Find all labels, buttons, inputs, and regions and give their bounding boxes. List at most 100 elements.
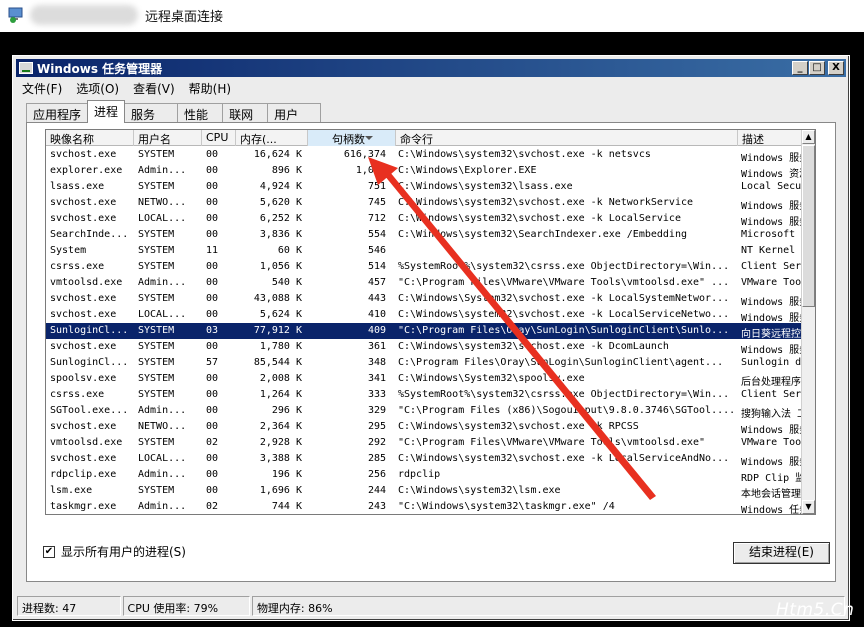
cell-mem: 5,620 K [259, 197, 302, 208]
cell-user: LOCAL... [138, 309, 187, 320]
vertical-scrollbar[interactable]: ▲ ▼ [801, 130, 815, 514]
column-user-name[interactable]: 用户名 [134, 130, 202, 146]
process-row[interactable]: SGTool.exe... Admin... 00 296 K 329 "C:\Progr… [46, 403, 807, 420]
cell-user: SYSTEM [138, 149, 175, 160]
cell-name: spoolsv.exe [50, 373, 117, 384]
remote-desktop-title: 远程桌面连接 [145, 10, 224, 25]
cell-name: svchost.exe [50, 213, 117, 224]
column-image-name[interactable]: 映像名称 [46, 130, 134, 146]
cell-cmd: C:\Windows\system32\SearchIndexer.exe /E… [398, 229, 687, 240]
cell-user: LOCAL... [138, 453, 187, 464]
menu-file[interactable]: 文件(F) [22, 80, 62, 97]
column-command-line[interactable]: 命令行 [396, 130, 738, 146]
tab-networking[interactable]: 联网 [222, 103, 269, 123]
cell-hdl: 256 [367, 469, 386, 480]
process-row[interactable]: SunloginCl... SYSTEM 57 85,544 K 348 C:\Progr… [46, 355, 811, 371]
cell-hdl: 329 [367, 405, 386, 416]
process-row[interactable]: vmtoolsd.exe SYSTEM 02 2,928 K 292 "C:\Progra… [46, 435, 811, 451]
tab-services[interactable]: 服务 [124, 103, 179, 123]
cell-hdl: 1,098 [355, 165, 386, 176]
process-row[interactable]: svchost.exe NETWO... 00 5,620 K 745 C:\Window… [46, 195, 809, 212]
process-row[interactable]: svchost.exe NETWO... 00 2,364 K 295 C:\Window… [46, 419, 809, 436]
column-handles[interactable]: 句柄数 [308, 130, 396, 146]
menu-view[interactable]: 查看(V) [133, 80, 175, 97]
column-cpu[interactable]: CPU [202, 130, 236, 146]
remote-desktop-icon [8, 7, 23, 23]
process-row[interactable]: csrss.exe SYSTEM 00 1,056 K 514 %SystemRoot%\… [46, 259, 811, 275]
window-titlebar[interactable]: Windows 任务管理器 _ □ X [16, 59, 846, 77]
cell-cpu: 00 [206, 261, 219, 272]
menu-options[interactable]: 选项(O) [76, 80, 119, 97]
cell-cmd: "C:\Windows\system32\taskmgr.exe" /4 [398, 501, 615, 512]
process-row[interactable]: svchost.exe SYSTEM 00 16,624 K 616,374 C:\Win… [46, 147, 809, 164]
process-row[interactable]: taskmgr.exe Admin... 02 744 K 243 "C:\Windows… [46, 499, 809, 514]
show-all-users-option[interactable]: ✔ 显示所有用户的进程(S) [43, 543, 186, 560]
process-row[interactable]: SearchInde... SYSTEM 00 3,836 K 554 C:\Window… [46, 227, 811, 243]
cell-cpu: 00 [206, 293, 219, 304]
status-bar: 进程数: 47 CPU 使用率: 79% 物理内存: 86% [17, 596, 845, 618]
cell-name: vmtoolsd.exe [50, 437, 123, 448]
show-all-users-label: 显示所有用户的进程(S) [61, 545, 186, 559]
cell-cpu: 57 [206, 357, 219, 368]
end-process-button[interactable]: 结束进程(E) [733, 542, 830, 564]
cell-cpu: 00 [206, 229, 219, 240]
maximize-button[interactable]: □ [809, 61, 825, 75]
cell-mem: 4,924 K [259, 181, 302, 192]
process-row[interactable]: lsass.exe SYSTEM 00 4,924 K 751 C:\Windows\sy… [46, 179, 811, 195]
cell-mem: 16,624 K [253, 149, 302, 160]
process-row[interactable]: svchost.exe SYSTEM 00 1,780 K 361 C:\Windows\… [46, 339, 809, 356]
cell-mem: 3,388 K [259, 453, 302, 464]
cell-hdl: 295 [367, 421, 386, 432]
minimize-button[interactable]: _ [792, 61, 808, 75]
cell-name: svchost.exe [50, 149, 117, 160]
process-row[interactable]: csrss.exe SYSTEM 00 1,264 K 333 %SystemRoot%\… [46, 387, 811, 403]
tab-applications[interactable]: 应用程序 [26, 103, 89, 123]
process-row[interactable]: System SYSTEM 11 60 K 546 NT Kernel & [46, 243, 807, 259]
cell-user: SYSTEM [138, 261, 175, 272]
tab-processes[interactable]: 进程 [87, 100, 126, 123]
process-row[interactable]: svchost.exe SYSTEM 00 43,088 K 443 C:\Windows… [46, 291, 809, 308]
cell-user: SYSTEM [138, 325, 175, 336]
cell-hdl: 243 [367, 501, 386, 512]
process-list[interactable]: 映像名称 用户名 CPU 内存(... 句柄数 命令行 描述 svchost.e… [45, 129, 816, 515]
process-row[interactable]: explorer.exe Admin... 00 896 K 1,098 C:\Windo… [46, 163, 809, 180]
cell-hdl: 410 [367, 309, 386, 320]
show-all-users-checkbox[interactable]: ✔ [43, 545, 55, 558]
menu-help[interactable]: 帮助(H) [189, 80, 231, 97]
cell-cmd: C:\Windows\system32\lsm.exe [398, 485, 561, 496]
process-row[interactable]: svchost.exe LOCAL... 00 6,252 K 712 C:\Window… [46, 211, 809, 228]
cell-mem: 896 K [271, 165, 302, 176]
column-memory[interactable]: 内存(... [236, 130, 308, 146]
process-row[interactable]: svchost.exe LOCAL... 00 3,388 K 285 C:\Window… [46, 451, 809, 468]
process-row[interactable]: svchost.exe LOCAL... 00 5,624 K 410 C:\Window… [46, 307, 809, 324]
cell-cpu: 00 [206, 165, 219, 176]
process-row[interactable]: SunloginCl... SYSTEM 03 77,912 K 409 "C:\Prog… [46, 323, 806, 340]
cell-user: SYSTEM [138, 437, 175, 448]
cell-cmd: C:\Windows\system32\lsass.exe [398, 181, 573, 192]
cell-user: NETWO... [138, 421, 187, 432]
process-row[interactable]: lsm.exe SYSTEM 00 1,696 K 244 C:\Windows\syst… [46, 483, 806, 500]
cell-cpu: 00 [206, 405, 219, 416]
cell-cmd: C:\Program Files\Oray\SunLogin\SunloginC… [398, 357, 724, 368]
cell-user: SYSTEM [138, 245, 175, 256]
cell-hdl: 409 [367, 325, 386, 336]
cell-cmd: C:\Windows\System32\spoolsv.exe [398, 373, 585, 384]
close-button[interactable]: X [828, 61, 844, 75]
site-watermark: Htm5.Cn [776, 600, 855, 620]
scroll-up-icon[interactable]: ▲ [802, 130, 815, 144]
status-process-count: 进程数: 47 [17, 596, 121, 616]
process-row[interactable]: vmtoolsd.exe Admin... 00 540 K 457 "C:\Progra… [46, 275, 811, 291]
blurred-host-name [30, 5, 138, 25]
tab-performance[interactable]: 性能 [177, 103, 224, 123]
process-row[interactable]: spoolsv.exe SYSTEM 00 2,008 K 341 C:\Windows\… [46, 371, 806, 388]
cell-hdl: 333 [367, 389, 386, 400]
scrollbar-thumb[interactable] [802, 145, 815, 307]
cell-hdl: 348 [367, 357, 386, 368]
cell-user: SYSTEM [138, 485, 175, 496]
cell-name: SunloginCl... [50, 357, 129, 368]
scroll-down-icon[interactable]: ▼ [802, 500, 815, 514]
cell-cpu: 00 [206, 389, 219, 400]
process-row[interactable]: rdpclip.exe Admin... 00 196 K 256 rdpclip RDP … [46, 467, 811, 484]
tab-users[interactable]: 用户 [267, 103, 322, 123]
cell-cmd: C:\Windows\system32\svchost.exe -k Netwo… [398, 197, 694, 208]
